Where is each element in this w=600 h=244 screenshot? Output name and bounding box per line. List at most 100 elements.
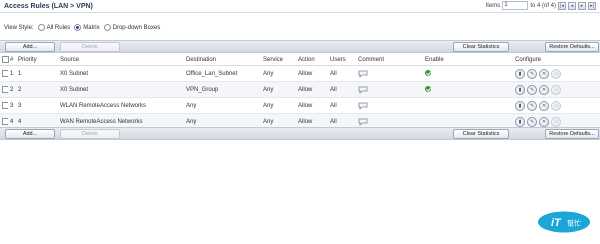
- select-all-checkbox[interactable]: [2, 56, 9, 64]
- row-checkbox[interactable]: [2, 117, 8, 125]
- delete-icon[interactable]: ✕: [539, 100, 549, 111]
- row-configure-cell: ▮ ✎ ✕ ⊘: [513, 97, 600, 114]
- radio-dropdown-boxes[interactable]: [103, 24, 111, 31]
- col-num: #: [8, 55, 16, 66]
- edit-icon[interactable]: ✎: [527, 100, 537, 111]
- comment-icon[interactable]: [358, 102, 368, 110]
- edit-icon[interactable]: ✎: [527, 68, 537, 79]
- statistics-icon[interactable]: ▮: [515, 68, 525, 79]
- page-title: Access Rules (LAN > VPN): [4, 3, 93, 10]
- col-service[interactable]: Service: [261, 55, 296, 66]
- delete-button-bottom[interactable]: Delete: [60, 129, 120, 139]
- radio-matrix[interactable]: [74, 24, 82, 31]
- row-priority: 3: [16, 97, 58, 114]
- view-option-all-rules[interactable]: All Rules: [37, 24, 71, 31]
- add-button-bottom[interactable]: Add...: [5, 129, 55, 139]
- comment-icon[interactable]: [358, 118, 368, 126]
- logo-text-cn: 幫忙: [567, 219, 581, 228]
- col-priority[interactable]: Priority: [16, 55, 58, 66]
- disabled-action-icon[interactable]: ⊘: [551, 84, 561, 95]
- add-button[interactable]: Add...: [5, 42, 55, 52]
- table-row[interactable]: 2 2 X0 Subnet VPN_Group Any Allow All ▮ ✎ ✕ ⊘: [0, 81, 600, 98]
- row-action: Allow: [296, 65, 328, 82]
- row-checkbox[interactable]: [2, 85, 8, 93]
- row-users: All: [328, 81, 356, 98]
- row-destination: VPN_Group: [184, 81, 261, 98]
- delete-button[interactable]: Delete: [60, 42, 120, 52]
- col-action[interactable]: Action: [296, 55, 328, 66]
- view-option-dropdown-boxes[interactable]: Drop-down Boxes: [103, 24, 161, 31]
- radio-all-rules[interactable]: [37, 24, 45, 31]
- row-destination: Any: [184, 97, 261, 114]
- items-label: Items: [485, 2, 501, 9]
- view-option-label: All Rules: [46, 24, 71, 31]
- table-row[interactable]: 1 1 X0 Subnet Office_Lan_Subnet Any Allow All ▮…: [0, 65, 600, 82]
- access-rules-table: # Priority Source Destination Service Ac…: [0, 55, 600, 130]
- prev-page-button[interactable]: ◂: [568, 1, 576, 10]
- header-divider: [0, 12, 600, 13]
- row-comment-cell: [356, 65, 423, 82]
- col-enable: Enable: [423, 55, 513, 66]
- row-checkbox[interactable]: [2, 101, 8, 109]
- row-num: 2: [8, 81, 16, 98]
- edit-icon[interactable]: ✎: [527, 116, 537, 127]
- view-style-selector: View Style: All Rules Matrix Drop-down B…: [4, 24, 160, 31]
- statistics-icon[interactable]: ▮: [515, 116, 525, 127]
- restore-defaults-button[interactable]: Restore Defaults...: [545, 42, 599, 52]
- row-select-cell: [0, 97, 8, 114]
- enabled-check-icon[interactable]: [425, 86, 431, 93]
- col-users[interactable]: Users: [328, 55, 356, 66]
- last-page-button[interactable]: ▸|: [588, 1, 596, 10]
- disabled-action-icon[interactable]: ⊘: [551, 68, 561, 79]
- row-service: Any: [261, 81, 296, 98]
- delete-icon[interactable]: ✕: [539, 116, 549, 127]
- delete-icon[interactable]: ✕: [539, 84, 549, 95]
- items-start-input[interactable]: 1: [502, 1, 529, 10]
- row-comment-cell: [356, 81, 423, 98]
- row-select-cell: [0, 81, 8, 98]
- row-service: Any: [261, 65, 296, 82]
- enabled-check-icon[interactable]: [425, 70, 431, 77]
- row-action: Allow: [296, 81, 328, 98]
- row-num: 3: [8, 97, 16, 114]
- statistics-icon[interactable]: ▮: [515, 100, 525, 111]
- row-source: WLAN RemoteAccess Networks: [58, 97, 184, 114]
- view-option-matrix[interactable]: Matrix: [74, 24, 100, 31]
- row-select-cell: [0, 65, 8, 82]
- col-configure: Configure: [513, 55, 600, 66]
- col-source[interactable]: Source: [58, 55, 184, 66]
- view-style-label: View Style:: [4, 24, 34, 31]
- row-num: 1: [8, 65, 16, 82]
- row-source: X0 Subnet: [58, 81, 184, 98]
- comment-icon[interactable]: [358, 86, 368, 94]
- col-destination[interactable]: Destination: [184, 55, 261, 66]
- next-page-button[interactable]: ▸: [578, 1, 586, 10]
- comment-icon[interactable]: [358, 70, 368, 78]
- logo-text-it: iT: [551, 217, 562, 229]
- table-header-row: # Priority Source Destination Service Ac…: [0, 55, 600, 66]
- restore-defaults-button-bottom[interactable]: Restore Defaults...: [545, 129, 599, 139]
- statistics-icon[interactable]: ▮: [515, 84, 525, 95]
- pagination: Items 1 to 4 (of 4) |◂ ◂ ▸ ▸|: [486, 1, 596, 10]
- row-checkbox[interactable]: [2, 69, 8, 77]
- table-row[interactable]: 3 3 WLAN RemoteAccess Networks Any Any Allow A…: [0, 97, 600, 114]
- row-action: Allow: [296, 97, 328, 114]
- row-destination: Office_Lan_Subnet: [184, 65, 261, 82]
- row-priority: 2: [16, 81, 58, 98]
- row-enable-cell: [423, 97, 513, 114]
- delete-icon[interactable]: ✕: [539, 68, 549, 79]
- row-configure-cell: ▮ ✎ ✕ ⊘: [513, 81, 600, 98]
- row-source: X0 Subnet: [58, 65, 184, 82]
- first-page-button[interactable]: |◂: [558, 1, 566, 10]
- disabled-action-icon[interactable]: ⊘: [551, 100, 561, 111]
- top-toolbar: Add... Delete Clear Statistics Restore D…: [0, 40, 600, 53]
- clear-statistics-button-bottom[interactable]: Clear Statistics: [453, 129, 509, 139]
- view-option-label: Drop-down Boxes: [112, 24, 161, 31]
- select-all-header: [0, 55, 9, 66]
- disabled-action-icon[interactable]: ⊘: [551, 116, 561, 127]
- clear-statistics-button[interactable]: Clear Statistics: [453, 42, 509, 52]
- row-priority: 1: [16, 65, 58, 82]
- row-service: Any: [261, 97, 296, 114]
- items-range-label: to 4 (of 4): [530, 2, 556, 9]
- edit-icon[interactable]: ✎: [527, 84, 537, 95]
